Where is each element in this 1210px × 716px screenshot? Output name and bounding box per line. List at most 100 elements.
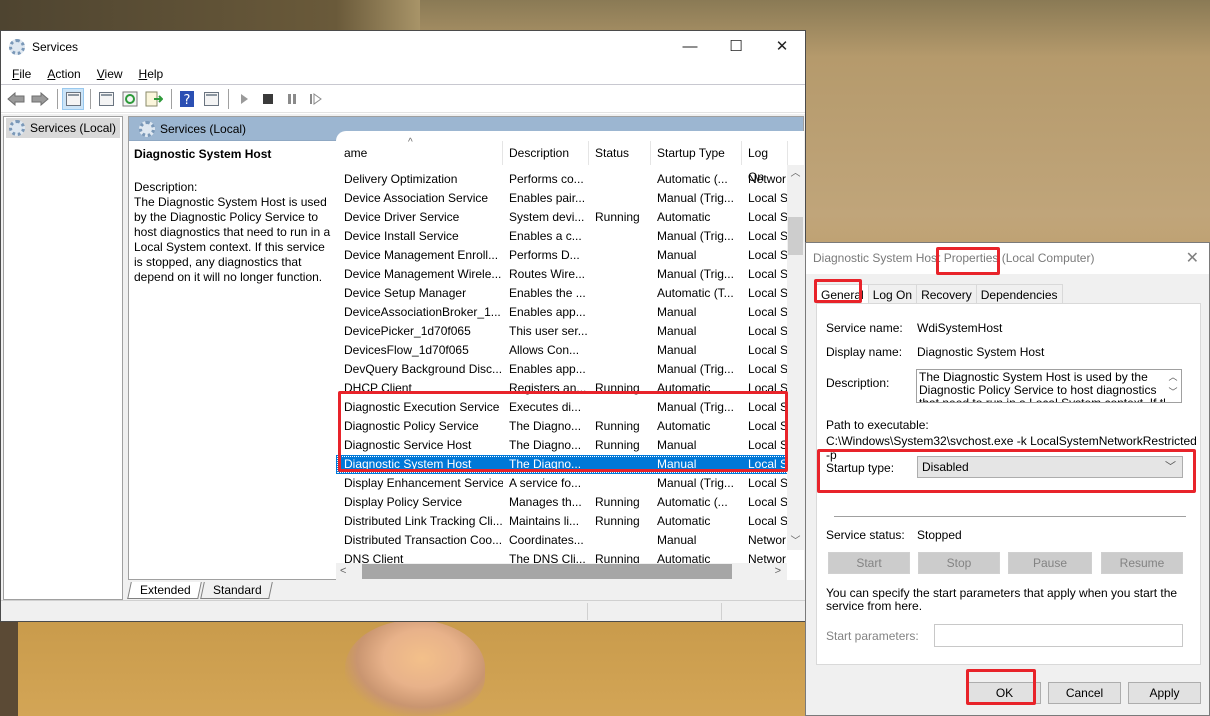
cell-description: Routes Wire... <box>509 267 586 281</box>
start-params-input[interactable] <box>934 624 1183 647</box>
cell-description: A service fo... <box>509 476 582 490</box>
pause-service-icon[interactable] <box>281 88 303 110</box>
window-title: Services <box>32 40 79 54</box>
export-list-icon[interactable] <box>143 88 165 110</box>
title-bar[interactable]: Services — ☐ ✕ <box>1 31 805 63</box>
column-header-startup-type[interactable]: Startup Type <box>651 141 742 165</box>
sort-ascending-icon: ^ <box>408 137 413 148</box>
tree-item-label: Services (Local) <box>30 121 117 135</box>
services-rows: Delivery Optimization Performs co... Autom… <box>336 170 788 569</box>
help-icon[interactable]: ? <box>176 88 198 110</box>
menu-view[interactable]: View <box>89 67 131 81</box>
cancel-button[interactable]: Cancel <box>1048 682 1121 704</box>
selected-service-title: Diagnostic System Host <box>134 147 272 161</box>
cell-description: Allows Con... <box>509 343 580 357</box>
tab-recovery[interactable]: Recovery <box>916 284 977 304</box>
display-name-value: Diagnostic System Host <box>917 345 1045 359</box>
properties-icon[interactable] <box>95 88 117 110</box>
dialog-title-bar[interactable]: Diagnostic System Host Properties (Local… <box>806 243 1209 274</box>
cell-logon: Local Sy <box>748 191 788 205</box>
stop-service-icon[interactable] <box>257 88 279 110</box>
cell-description: Executes di... <box>509 400 582 414</box>
stop-button[interactable]: Stop <box>918 552 1000 574</box>
description-scrollbar[interactable]: ︿ ﹀ <box>1165 370 1181 402</box>
toolbar-separator <box>228 88 229 109</box>
horizontal-scroll-thumb[interactable] <box>362 564 732 579</box>
menu-help[interactable]: Help <box>131 67 172 81</box>
menu-file[interactable]: File <box>4 67 39 81</box>
table-row[interactable]: DevicePicker_1d70f065 This user ser... Man… <box>336 322 788 341</box>
tab-general[interactable]: General <box>816 284 869 304</box>
table-row[interactable]: Diagnostic Service Host The Diagno... Runn… <box>336 436 788 455</box>
scroll-left-icon[interactable]: < <box>340 563 346 580</box>
column-header-name[interactable]: ame <box>336 141 503 165</box>
table-row[interactable]: Display Policy Service Manages th... Runni… <box>336 493 788 512</box>
tab-extended[interactable]: Extended <box>127 582 202 599</box>
back-icon[interactable] <box>5 88 27 110</box>
table-row[interactable]: Device Install Service Enables a c... Manu… <box>336 227 788 246</box>
table-row[interactable]: Diagnostic Execution Service Executes di.… <box>336 398 788 417</box>
dialog-close-button[interactable]: ✕ <box>1186 243 1199 274</box>
resume-service-icon[interactable] <box>305 88 327 110</box>
cell-status <box>589 284 651 303</box>
toolbar-separator <box>90 88 91 109</box>
minimize-button[interactable]: — <box>667 31 713 61</box>
table-row[interactable]: Device Setup Manager Enables the ... Autom… <box>336 284 788 303</box>
ok-button[interactable]: OK <box>968 682 1041 704</box>
table-row[interactable]: Distributed Transaction Coo... Coordinate… <box>336 531 788 550</box>
services-pane: Services (Local) Diagnostic System Host … <box>128 116 804 580</box>
close-button[interactable]: ✕ <box>759 31 805 61</box>
table-row[interactable]: Device Management Enroll... Performs D...… <box>336 246 788 265</box>
scroll-right-icon[interactable]: > <box>775 563 781 580</box>
cell-status <box>589 227 651 246</box>
show-action-pane-icon[interactable] <box>200 88 222 110</box>
table-row[interactable]: DevQuery Background Disc... Enables app..… <box>336 360 788 379</box>
table-row[interactable]: DeviceAssociationBroker_1... Enables app.… <box>336 303 788 322</box>
table-row-selected[interactable]: Diagnostic System Host The Diagno... Manua… <box>336 455 788 474</box>
scroll-up-icon[interactable]: ︿ <box>787 165 804 182</box>
column-header-description[interactable]: Description <box>503 141 589 165</box>
cell-name: Diagnostic Service Host <box>344 438 472 452</box>
horizontal-scrollbar[interactable]: < > <box>336 563 787 580</box>
forward-icon[interactable] <box>29 88 51 110</box>
maximize-button[interactable]: ☐ <box>713 31 759 61</box>
cell-name: Device Management Enroll... <box>344 248 499 262</box>
vertical-scroll-thumb[interactable] <box>788 217 803 255</box>
cell-logon: Local Sy <box>748 210 788 224</box>
table-row[interactable]: Diagnostic Policy Service The Diagno... Ru… <box>336 417 788 436</box>
vertical-scrollbar[interactable]: ︿ ﹀ <box>787 165 804 550</box>
start-service-icon[interactable] <box>233 88 255 110</box>
tab-log-on[interactable]: Log On <box>867 284 918 304</box>
cell-name: Device Driver Service <box>344 210 460 224</box>
refresh-icon[interactable] <box>119 88 141 110</box>
cell-name: Device Install Service <box>344 229 459 243</box>
show-hide-console-tree-icon[interactable] <box>62 87 84 110</box>
resume-button[interactable]: Resume <box>1101 552 1183 574</box>
table-row[interactable]: Display Enhancement Service A service fo.… <box>336 474 788 493</box>
cell-logon: Networ <box>748 533 787 547</box>
cell-name: Diagnostic Policy Service <box>344 419 479 433</box>
tab-standard[interactable]: Standard <box>199 582 273 599</box>
column-header-status[interactable]: Status <box>589 141 651 165</box>
cell-name: Device Association Service <box>344 191 489 205</box>
table-row[interactable]: Device Management Wirele... Routes Wire..… <box>336 265 788 284</box>
start-button[interactable]: Start <box>828 552 910 574</box>
tree-item-services-local[interactable]: Services (Local) <box>6 118 120 138</box>
pause-button[interactable]: Pause <box>1008 552 1092 574</box>
description-textbox[interactable]: The Diagnostic System Host is used by th… <box>916 369 1182 403</box>
table-row[interactable]: Device Driver Service System devi... Runni… <box>336 208 788 227</box>
scroll-down-icon[interactable]: ﹀ <box>787 533 804 550</box>
table-row[interactable]: Distributed Link Tracking Cli... Maintain… <box>336 512 788 531</box>
toolbar: ? <box>1 85 805 113</box>
menu-action[interactable]: Action <box>39 67 88 81</box>
table-row[interactable]: Device Association Service Enables pair..… <box>336 189 788 208</box>
table-row[interactable]: Delivery Optimization Performs co... Autom… <box>336 170 788 189</box>
table-row[interactable]: DevicesFlow_1d70f065 Allows Con... Manual L… <box>336 341 788 360</box>
cell-status: Running <box>595 438 640 452</box>
apply-button[interactable]: Apply <box>1128 682 1201 704</box>
cell-startup: Manual <box>657 343 697 357</box>
column-header-log-on[interactable]: Log On <box>742 141 788 184</box>
table-row[interactable]: DHCP Client Registers an... Running Automat… <box>336 379 788 398</box>
tab-dependencies[interactable]: Dependencies <box>975 284 1063 304</box>
startup-type-select[interactable]: Disabled ﹀ <box>917 456 1183 478</box>
